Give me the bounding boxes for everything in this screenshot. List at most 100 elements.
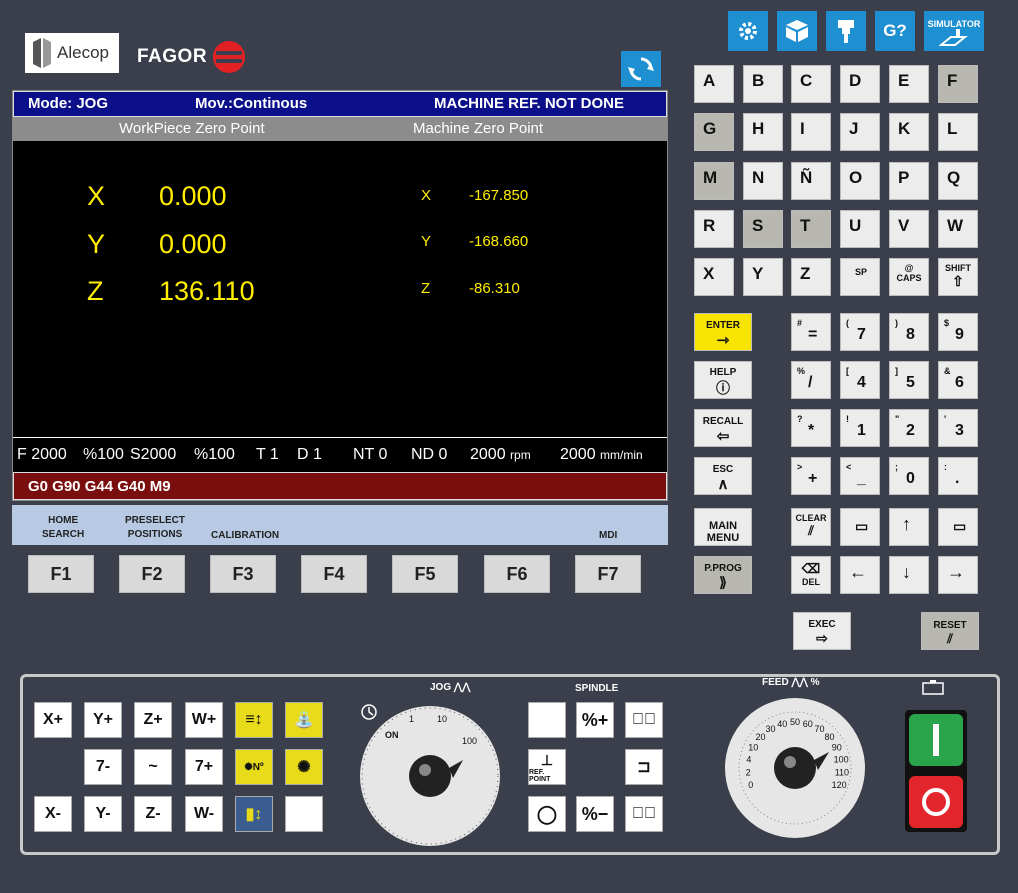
simulator-button[interactable]: SIMULATOR	[924, 11, 984, 51]
spindle-plus-key[interactable]: %+	[576, 702, 614, 738]
jog-w-minus[interactable]: W-	[185, 796, 223, 832]
f1-key[interactable]: F1	[28, 555, 94, 593]
key-c[interactable]: C	[791, 65, 831, 103]
key-k[interactable]: K	[889, 113, 929, 151]
key-s[interactable]: S	[743, 210, 783, 248]
enter-key[interactable]: ENTER ⇾	[694, 313, 752, 351]
key-v[interactable]: V	[889, 210, 929, 248]
softkey-preselect[interactable]: PRESELECT POSITIONS	[125, 514, 185, 542]
recall-key[interactable]: RECALL ⇦	[694, 409, 752, 447]
spindle-cw-key[interactable]: ⊐⃕	[625, 702, 663, 738]
page-up-key[interactable]: ▭	[840, 508, 880, 546]
coolant-tool-button[interactable]: ≡↕	[235, 702, 273, 738]
tool-change-nr-button[interactable]: ✺ Nº	[235, 749, 273, 785]
key-y[interactable]: Y	[743, 258, 783, 296]
key-a[interactable]: A	[694, 65, 734, 103]
f7-key[interactable]: F7	[575, 555, 641, 593]
ref-point-key[interactable]: ⊥ REF. POINT	[528, 749, 566, 785]
coolant-button[interactable]: ⛲	[285, 702, 323, 738]
caps-key[interactable]: @ CAPS	[889, 258, 929, 296]
jog-y-minus[interactable]: Y-	[84, 796, 122, 832]
cube-button[interactable]	[777, 11, 817, 51]
key-t[interactable]: T	[791, 210, 831, 248]
key-b[interactable]: B	[743, 65, 783, 103]
cycle-key[interactable]: ◯	[528, 796, 566, 832]
page-down-key[interactable]: ▭	[938, 508, 978, 546]
clear-key[interactable]: CLEAR ⫽	[791, 508, 831, 546]
numpad-key-11[interactable]: ' 3	[938, 409, 978, 447]
part-program-key[interactable]: P.PROG ⟫	[694, 556, 752, 594]
space-key[interactable]: SP	[840, 258, 880, 296]
key-i[interactable]: I	[791, 113, 831, 151]
jog-7-minus[interactable]: 7-	[84, 749, 122, 785]
softkey-mdi[interactable]: MDI	[599, 529, 617, 543]
key-r[interactable]: R	[694, 210, 734, 248]
arrow-up-key[interactable]: ↑	[889, 508, 929, 546]
esc-key[interactable]: ESC ∧	[694, 457, 752, 495]
numpad-key-1[interactable]: (7	[840, 313, 880, 351]
key-h[interactable]: H	[743, 113, 783, 151]
jog-w-plus[interactable]: W+	[185, 702, 223, 738]
tool-button[interactable]	[826, 11, 866, 51]
jog-x-minus[interactable]: X-	[34, 796, 72, 832]
key-e[interactable]: E	[889, 65, 929, 103]
spindle-minus-key[interactable]: %−	[576, 796, 614, 832]
key-p[interactable]: P	[889, 162, 929, 200]
help-key[interactable]: HELP ⓘ	[694, 361, 752, 399]
softkey-calibration[interactable]: CALIBRATION	[211, 529, 279, 543]
jog-x-plus[interactable]: X+	[34, 702, 72, 738]
shift-key[interactable]: SHIFT ⇧	[938, 258, 978, 296]
numpad-key-13[interactable]: < _	[840, 457, 880, 495]
spindle-blank-key[interactable]	[528, 702, 566, 738]
g-help-button[interactable]: G?	[875, 11, 915, 51]
f5-key[interactable]: F5	[392, 555, 458, 593]
softkey-home-search[interactable]: HOME SEARCH	[42, 514, 84, 542]
key-z[interactable]: Z	[791, 258, 831, 296]
key-j[interactable]: J	[840, 113, 880, 151]
spindle-ccw-key[interactable]: ⊐⃔	[625, 796, 663, 832]
jog-7-plus[interactable]: 7+	[185, 749, 223, 785]
numpad-key-10[interactable]: " 2	[889, 409, 929, 447]
spindle-stop-key[interactable]: ⊐	[625, 749, 663, 785]
numpad-key-14[interactable]: ; 0	[889, 457, 929, 495]
jog-z-plus[interactable]: Z+	[134, 702, 172, 738]
reset-key[interactable]: RESET ⫽	[921, 612, 979, 650]
numpad-key-9[interactable]: ! 1	[840, 409, 880, 447]
key-g[interactable]: G	[694, 113, 734, 151]
numpad-key-0[interactable]: # =	[791, 313, 831, 351]
numpad-key-2[interactable]: ) 8	[889, 313, 929, 351]
f4-key[interactable]: F4	[301, 555, 367, 593]
numpad-key-7[interactable]: & 6	[938, 361, 978, 399]
arrow-right-key[interactable]: →	[938, 556, 978, 594]
refresh-button[interactable]	[621, 51, 661, 87]
f2-key[interactable]: F2	[119, 555, 185, 593]
key-o[interactable]: O	[840, 162, 880, 200]
key-f[interactable]: F	[938, 65, 978, 103]
key-u[interactable]: U	[840, 210, 880, 248]
numpad-key-12[interactable]: > +	[791, 457, 831, 495]
numpad-key-6[interactable]: ] 5	[889, 361, 929, 399]
numpad-key-8[interactable]: ? *	[791, 409, 831, 447]
jog-dial[interactable]: ON 1 10 100	[355, 698, 505, 848]
jog-y-plus[interactable]: Y+	[84, 702, 122, 738]
key-ñ[interactable]: Ñ	[791, 162, 831, 200]
key-n[interactable]: N	[743, 162, 783, 200]
main-menu-key[interactable]: MAIN MENU	[694, 508, 752, 546]
delete-key[interactable]: ⌫ DEL	[791, 556, 831, 594]
f6-key[interactable]: F6	[484, 555, 550, 593]
key-x[interactable]: X	[694, 258, 734, 296]
cycle-stop-button[interactable]	[909, 776, 963, 828]
jog-rapid-button[interactable]: ~	[134, 749, 172, 785]
jog-z-minus[interactable]: Z-	[134, 796, 172, 832]
numpad-key-5[interactable]: [4	[840, 361, 880, 399]
key-w[interactable]: W	[938, 210, 978, 248]
cycle-start-button[interactable]	[909, 714, 963, 766]
tool-clamp-button[interactable]: ▮↕	[235, 796, 273, 832]
feed-dial[interactable]: 0 2 4 10203040 50 60708090 100 110 120	[719, 690, 871, 842]
tool-magazine-button[interactable]: ✺	[285, 749, 323, 785]
blank-panel-key[interactable]	[285, 796, 323, 832]
key-d[interactable]: D	[840, 65, 880, 103]
arrow-down-key[interactable]: ↓	[889, 556, 929, 594]
key-m[interactable]: M	[694, 162, 734, 200]
numpad-key-3[interactable]: $9	[938, 313, 978, 351]
